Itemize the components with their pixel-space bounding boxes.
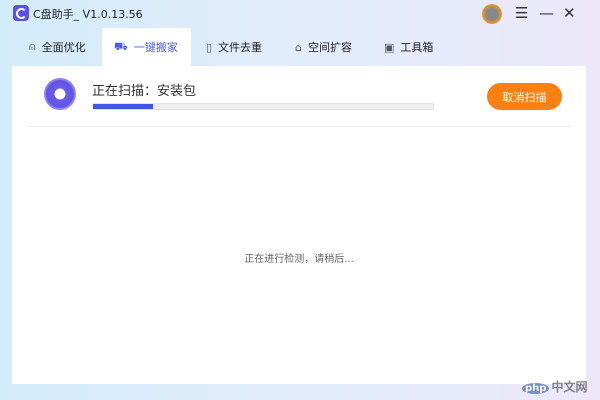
scan-logo-icon [44, 78, 76, 110]
tab-label: 全面优化 [41, 41, 86, 54]
app-title: C盘助手_ V1.0.13.56 [33, 8, 143, 21]
progress-fill [93, 104, 153, 109]
tab-toolbox[interactable]: ▣ 工具箱 [372, 28, 445, 66]
file-icon: ▯ [206, 40, 213, 54]
status-message: 正在进行检测，请稍后... [244, 254, 354, 265]
tab-label: 空间扩容 [307, 41, 352, 54]
tab-full-optimize[interactable]: ⍝ 全面优化 [17, 28, 98, 66]
tab-label: 文件去重 [218, 41, 263, 54]
content-panel: 正在扫描：安装包 取消扫描 正在进行检测，请稍后... [12, 66, 586, 384]
toolbox-icon: ▣ [384, 40, 395, 54]
truck-icon: ⛟ [114, 39, 128, 53]
minimize-button[interactable]: — [539, 3, 554, 23]
watermark: php 中文网 [522, 378, 587, 395]
tab-file-dedup[interactable]: ▯ 文件去重 [194, 28, 274, 66]
rocket-icon: ⍝ [29, 40, 36, 53]
expand-icon: ⌂ [295, 40, 302, 54]
user-avatar[interactable] [482, 4, 502, 24]
title-bar: C盘助手_ V1.0.13.56 ☰ — ✕ [0, 0, 600, 28]
scan-title: 正在扫描：安装包 [92, 84, 197, 99]
tab-label: 工具箱 [400, 41, 434, 54]
close-button[interactable]: ✕ [563, 3, 576, 23]
main-tabs: ⍝ 全面优化 ⛟ 一键搬家 ▯ 文件去重 ⌂ 空间扩容 ▣ 工具箱 [0, 28, 600, 66]
cancel-scan-button[interactable]: 取消扫描 [487, 83, 562, 110]
tab-one-click-move[interactable]: ⛟ 一键搬家 [102, 28, 191, 66]
tab-space-expand[interactable]: ⌂ 空间扩容 [283, 28, 364, 66]
tab-label: 一键搬家 [133, 41, 178, 54]
divider [28, 126, 570, 127]
app-logo-icon [13, 5, 29, 21]
scan-progress-bar [92, 103, 434, 110]
menu-button[interactable]: ☰ [515, 3, 528, 23]
